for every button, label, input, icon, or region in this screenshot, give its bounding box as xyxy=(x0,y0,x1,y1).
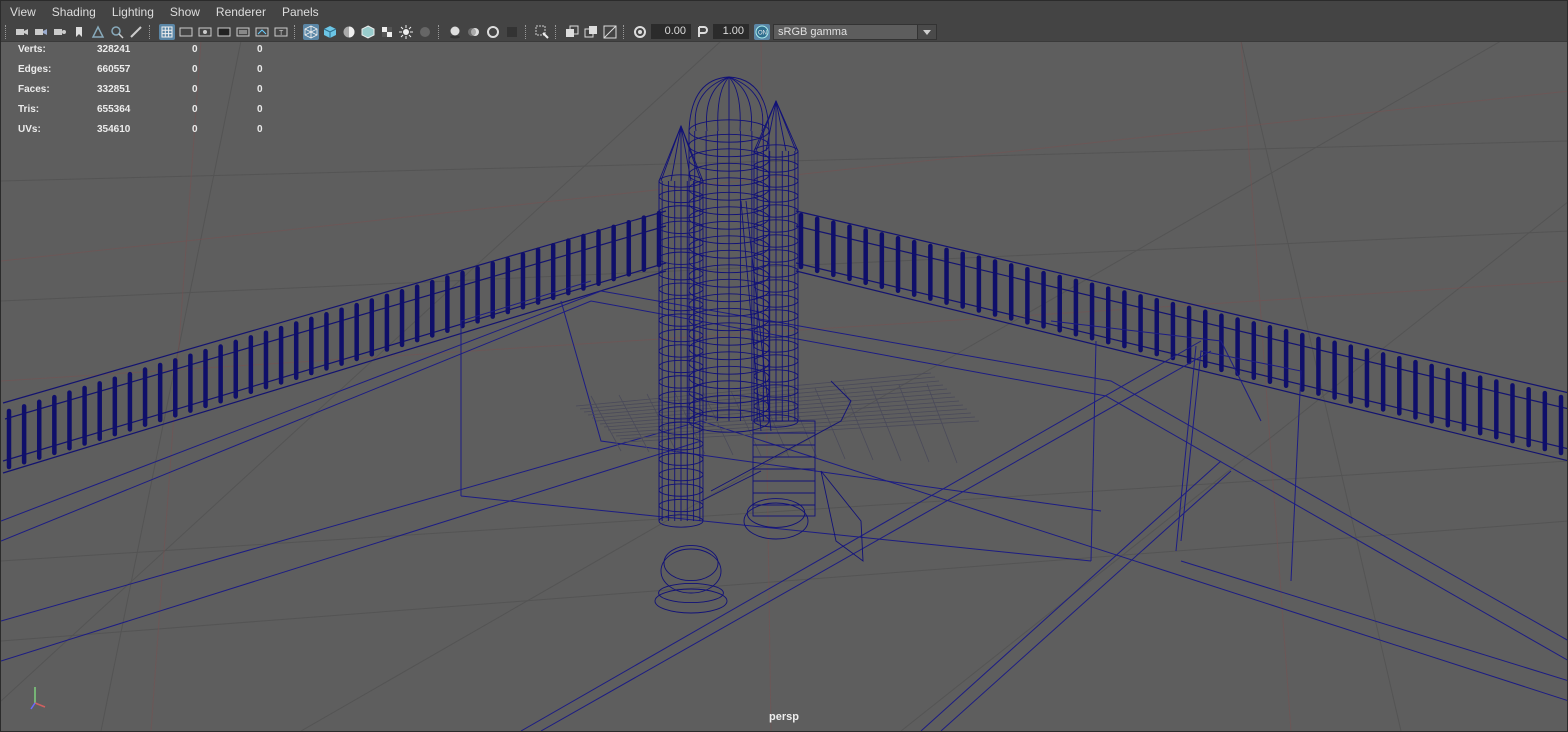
anti-aliasing-icon[interactable] xyxy=(485,24,501,40)
chevron-down-icon[interactable] xyxy=(917,25,936,39)
bookmark-icon[interactable] xyxy=(71,24,87,40)
motion-blur-icon[interactable] xyxy=(466,24,482,40)
2d-pan-zoom-icon[interactable] xyxy=(109,24,125,40)
textured-icon[interactable] xyxy=(379,24,395,40)
color-management-icon[interactable]: ON xyxy=(754,24,770,40)
menu-view[interactable]: View xyxy=(1,1,44,23)
pad-grid xyxy=(575,372,980,464)
toolbar-separator xyxy=(555,25,558,39)
color-space-value: sRGB gamma xyxy=(778,26,848,38)
toolbar-separator xyxy=(438,25,441,39)
gamma-field[interactable]: 1.00 xyxy=(713,24,749,39)
wireframe-scene xyxy=(1,42,1567,731)
smooth-shade-icon[interactable] xyxy=(322,24,338,40)
exposure-icon[interactable] xyxy=(632,24,648,40)
field-chart-icon[interactable] xyxy=(235,24,251,40)
screen-space-ao-icon[interactable] xyxy=(447,24,463,40)
shadows-icon[interactable] xyxy=(417,24,433,40)
depth-of-field-icon[interactable] xyxy=(504,24,520,40)
toolbar-separator xyxy=(525,25,528,39)
toolbar-separator xyxy=(5,25,8,39)
menu-show[interactable]: Show xyxy=(162,1,208,23)
toolbar-separator xyxy=(149,25,152,39)
panel-toolbar: T 0.00 1.00 ON sRGB gamma xyxy=(1,23,1567,42)
menu-panels[interactable]: Panels xyxy=(274,1,327,23)
view-axis-gizmo xyxy=(30,687,46,710)
maya-viewport-panel: View Shading Lighting Show Renderer Pane… xyxy=(0,0,1568,732)
lights-icon[interactable] xyxy=(398,24,414,40)
wireframe-icon[interactable] xyxy=(303,24,319,40)
resolution-gate-icon[interactable] xyxy=(197,24,213,40)
svg-text:T: T xyxy=(279,30,284,37)
camera-attributes-icon[interactable] xyxy=(33,24,49,40)
gate-mask-icon[interactable] xyxy=(216,24,232,40)
camera-name-label: persp xyxy=(769,711,799,723)
safe-action-icon[interactable] xyxy=(254,24,270,40)
grease-pencil-icon[interactable] xyxy=(128,24,144,40)
select-camera-icon[interactable] xyxy=(14,24,30,40)
xray-icon[interactable] xyxy=(564,24,580,40)
toolbar-separator xyxy=(294,25,297,39)
menu-renderer[interactable]: Renderer xyxy=(208,1,274,23)
film-gate-icon[interactable] xyxy=(178,24,194,40)
xray-components-icon[interactable] xyxy=(602,24,618,40)
isolate-select-icon[interactable] xyxy=(534,24,550,40)
safe-title-icon[interactable]: T xyxy=(273,24,289,40)
gamma-icon[interactable] xyxy=(694,24,710,40)
default-material-icon[interactable] xyxy=(341,24,357,40)
wireframe-on-shaded-icon[interactable] xyxy=(360,24,376,40)
image-plane-icon[interactable] xyxy=(90,24,106,40)
color-space-select[interactable]: sRGB gamma xyxy=(773,24,937,40)
menu-lighting[interactable]: Lighting xyxy=(104,1,162,23)
3d-viewport[interactable] xyxy=(1,42,1567,731)
grid-icon[interactable] xyxy=(159,24,175,40)
xray-joints-icon[interactable] xyxy=(583,24,599,40)
exposure-field[interactable]: 0.00 xyxy=(651,24,691,39)
toolbar-separator xyxy=(623,25,626,39)
panel-menubar: View Shading Lighting Show Renderer Pane… xyxy=(1,1,1567,23)
svg-text:ON: ON xyxy=(758,31,767,37)
menu-shading[interactable]: Shading xyxy=(44,1,104,23)
camera-bookmark-icon[interactable] xyxy=(52,24,68,40)
